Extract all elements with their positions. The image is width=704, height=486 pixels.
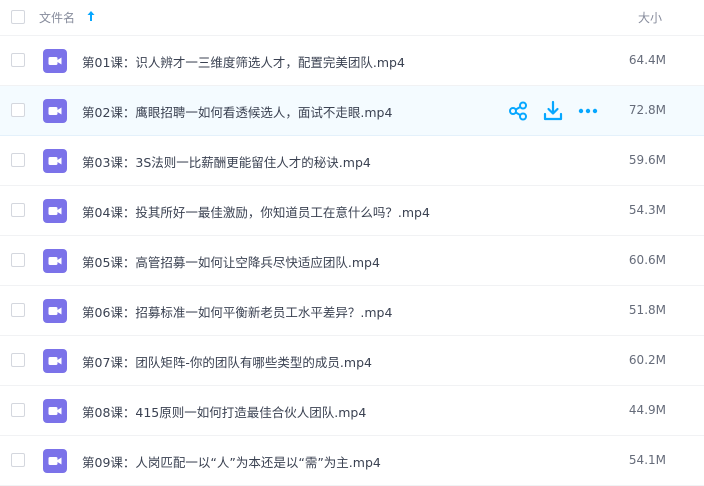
file-name[interactable]: 第08课：415原则一如何打造最佳合伙人团队.mp4: [82, 402, 366, 421]
file-checkbox[interactable]: [11, 203, 25, 217]
video-file-icon: [43, 99, 67, 123]
file-name[interactable]: 第04课：投其所好一最佳激励，你知道员工在意什么吗？.mp4: [82, 202, 430, 221]
file-checkbox[interactable]: [11, 153, 25, 167]
file-checkbox[interactable]: [11, 53, 25, 67]
file-row[interactable]: 第05课：高管招募一如何让空降兵尽快适应团队.mp4 60.6M: [0, 236, 704, 286]
select-all-checkbox[interactable]: [11, 10, 25, 24]
more-icon[interactable]: [576, 99, 600, 123]
video-file-icon: [43, 249, 67, 273]
video-file-icon: [43, 199, 67, 223]
file-size: 54.3M: [628, 203, 666, 217]
file-row[interactable]: 第03课：3S法则一比薪酬更能留住人才的秘诀.mp4 59.6M: [0, 136, 704, 186]
file-name[interactable]: 第02课：鹰眼招聘一如何看透候选人，面试不走眼.mp4: [82, 102, 392, 121]
video-file-icon: [43, 299, 67, 323]
file-checkbox[interactable]: [11, 303, 25, 317]
file-checkbox[interactable]: [11, 253, 25, 267]
file-name[interactable]: 第03课：3S法则一比薪酬更能留住人才的秘诀.mp4: [82, 152, 371, 171]
file-checkbox[interactable]: [11, 403, 25, 417]
file-size: 60.2M: [628, 353, 666, 367]
file-size: 51.8M: [628, 303, 666, 317]
sort-ascending-arrow-icon[interactable]: [86, 9, 96, 23]
file-checkbox[interactable]: [11, 353, 25, 367]
file-checkbox[interactable]: [11, 453, 25, 467]
file-row[interactable]: 第08课：415原则一如何打造最佳合伙人团队.mp4 44.9M: [0, 386, 704, 436]
file-list-header: 文件名 大小: [0, 0, 704, 36]
file-name[interactable]: 第09课：人岗匹配一以“人”为本还是以“需”为主.mp4: [82, 452, 381, 471]
column-header-size[interactable]: 大小: [638, 9, 662, 26]
file-name[interactable]: 第07课：团队矩阵-你的团队有哪些类型的成员.mp4: [82, 352, 372, 371]
file-size: 44.9M: [628, 403, 666, 417]
file-list: 文件名 大小 第01课：识人辨才一三维度筛选人才，配置完美团队.mp4 64.4…: [0, 0, 704, 486]
file-row[interactable]: 第02课：鹰眼招聘一如何看透候选人，面试不走眼.mp4 72.8M: [0, 86, 704, 136]
file-size: 64.4M: [628, 53, 666, 67]
file-row[interactable]: 第01课：识人辨才一三维度筛选人才，配置完美团队.mp4 64.4M: [0, 36, 704, 86]
video-file-icon: [43, 349, 67, 373]
file-checkbox[interactable]: [11, 103, 25, 117]
video-file-icon: [43, 399, 67, 423]
file-size: 72.8M: [628, 103, 666, 117]
file-size: 54.1M: [628, 453, 666, 467]
video-file-icon: [43, 149, 67, 173]
file-size: 60.6M: [628, 253, 666, 267]
file-row[interactable]: 第04课：投其所好一最佳激励，你知道员工在意什么吗？.mp4 54.3M: [0, 186, 704, 236]
video-file-icon: [43, 449, 67, 473]
file-name[interactable]: 第01课：识人辨才一三维度筛选人才，配置完美团队.mp4: [82, 52, 405, 71]
video-file-icon: [43, 49, 67, 73]
download-icon[interactable]: [541, 99, 565, 123]
column-header-name[interactable]: 文件名: [39, 9, 75, 26]
file-row[interactable]: 第07课：团队矩阵-你的团队有哪些类型的成员.mp4 60.2M: [0, 336, 704, 386]
file-rows: 第01课：识人辨才一三维度筛选人才，配置完美团队.mp4 64.4M 第02课：…: [0, 36, 704, 486]
file-size: 59.6M: [628, 153, 666, 167]
file-name[interactable]: 第05课：高管招募一如何让空降兵尽快适应团队.mp4: [82, 252, 380, 271]
file-row[interactable]: 第06课：招募标准一如何平衡新老员工水平差异？.mp4 51.8M: [0, 286, 704, 336]
file-name[interactable]: 第06课：招募标准一如何平衡新老员工水平差异？.mp4: [82, 302, 392, 321]
share-icon[interactable]: [506, 99, 530, 123]
